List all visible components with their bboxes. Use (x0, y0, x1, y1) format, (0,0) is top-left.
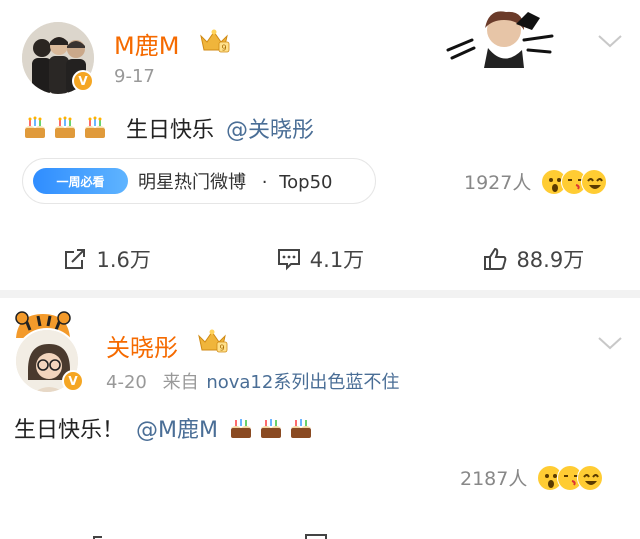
verified-badge-icon: V (62, 370, 84, 392)
like-button[interactable]: 88.9万 (427, 240, 640, 278)
source-label: 来自 (162, 372, 199, 393)
post-divider (0, 290, 640, 298)
share-icon (92, 535, 102, 539)
action-bar: 1.6万 4.1万 88.9万 (0, 240, 640, 278)
like-icon (516, 531, 542, 539)
comment-count: 4.1万 (309, 248, 365, 272)
action-bar-partial (0, 530, 640, 539)
reactions-summary[interactable]: 2187人 (460, 464, 604, 491)
verified-badge-icon: V (72, 70, 94, 92)
reactions-count: 1927人 (464, 172, 532, 194)
like-button[interactable] (427, 530, 640, 539)
cake-icon (55, 116, 75, 138)
tag-separator: · (261, 172, 268, 193)
username[interactable]: 关晓彤 (106, 328, 178, 363)
cake-icon (260, 419, 281, 438)
chevron-down-icon[interactable] (596, 32, 624, 50)
post-date: 4-20 (106, 372, 147, 393)
laughing-emoji-icon (581, 168, 608, 195)
crown-icon: 9 (200, 29, 230, 53)
weibo-post-2: V 关晓彤 9 4-20 来自 nova12系列出色蓝不住 生日快乐！ @M鹿M… (0, 298, 640, 539)
weibo-post-1: V M鹿M 9 9-17 生日快乐 @关晓彤 一周必看 明星热门微博 · Top… (0, 0, 640, 290)
laughing-emoji-icon (577, 464, 604, 491)
tag-rank: Top50 (279, 172, 333, 193)
chevron-down-icon[interactable] (596, 334, 624, 352)
hot-tag-bar[interactable]: 一周必看 明星热门微博 · Top50 (22, 158, 376, 204)
share-button[interactable] (0, 530, 213, 539)
comment-button[interactable] (213, 530, 426, 539)
share-button[interactable]: 1.6万 (0, 240, 213, 278)
level-number: 9 (219, 344, 224, 353)
weekly-must-see-pill: 一周必看 (33, 168, 128, 194)
comment-button[interactable]: 4.1万 (213, 240, 426, 278)
post-date: 9-17 (114, 66, 155, 87)
cake-icon (290, 419, 311, 438)
reactions-summary[interactable]: 1927人 (464, 168, 608, 195)
hot-tag-text: 明星热门微博 · Top50 (138, 168, 332, 194)
crown-icon: 9 (198, 329, 228, 353)
cake-icon (25, 116, 45, 138)
pill-label: 一周必看 (56, 174, 105, 189)
cake-icon (230, 419, 251, 438)
cake-icon (85, 116, 105, 138)
post-text: 生日快乐！ @M鹿M (14, 412, 318, 444)
comment-icon (277, 249, 300, 271)
share-icon (65, 249, 86, 269)
username[interactable]: M鹿M (114, 26, 179, 61)
card-decoration-art (446, 11, 554, 68)
source-device-link[interactable]: nova12系列出色蓝不住 (206, 372, 399, 393)
post-text: 生日快乐 @关晓彤 (22, 112, 314, 144)
like-icon (484, 247, 507, 270)
mention-link[interactable]: @M鹿M (136, 412, 218, 444)
level-number: 9 (221, 44, 226, 53)
post-text-body: 生日快乐 (126, 118, 215, 143)
tag-name: 明星热门微博 (138, 172, 246, 193)
share-count: 1.6万 (96, 248, 151, 272)
comment-icon (304, 533, 327, 539)
mention-link[interactable]: @关晓彤 (226, 112, 314, 144)
like-count: 88.9万 (516, 248, 585, 272)
post-text-body: 生日快乐！ (14, 418, 125, 443)
post-meta: 4-20 来自 nova12系列出色蓝不住 (106, 368, 399, 394)
reactions-count: 2187人 (460, 468, 528, 490)
